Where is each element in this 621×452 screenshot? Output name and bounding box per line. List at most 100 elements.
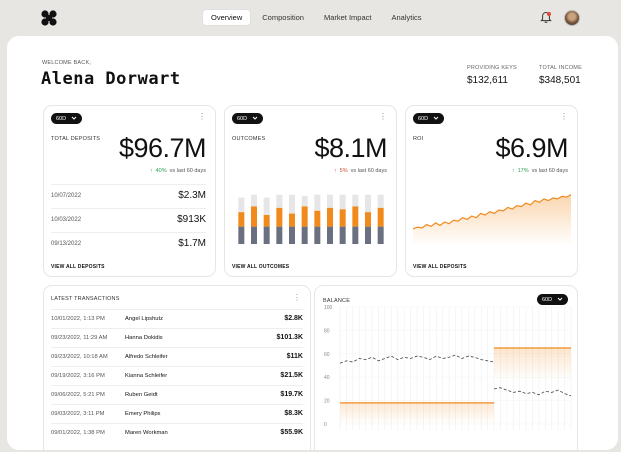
stat-label: TOTAL INCOME <box>539 65 582 71</box>
deposit-amount: $2.3M <box>178 190 206 201</box>
transaction-row[interactable]: 09/23/2022, 11:29 AM Hanna Dokidis $101.3K <box>51 328 303 347</box>
transaction-row[interactable]: 09/03/2022, 3:11 PM Emery Philips $8.3K <box>51 404 303 423</box>
chevron-down-icon <box>252 116 258 120</box>
more-options-icon[interactable]: ⋮ <box>198 113 206 121</box>
period-dropdown[interactable]: 60D <box>537 294 568 305</box>
kpi-value: $96.7M <box>118 133 207 163</box>
transaction-date: 09/06/2022, 5:21 PM <box>51 392 105 398</box>
outcome-bar-segment <box>377 207 384 227</box>
deposit-row[interactable]: 10/03/2022 $913K <box>51 208 206 232</box>
chevron-down-icon <box>557 297 563 301</box>
balance-band <box>494 347 571 380</box>
transaction-date: 10/01/2022, 1:13 PM <box>51 316 105 322</box>
transaction-row[interactable]: 09/19/2022, 3:16 PM Kianna Schleifer $21.5… <box>51 366 303 385</box>
outcome-bar-segment <box>301 226 308 244</box>
transaction-row[interactable]: 10/01/2022, 1:13 PM Angel Lipshutz $2.8K <box>51 309 303 328</box>
view-all-outcomes-link[interactable]: VIEW ALL OUTCOMES <box>232 264 289 270</box>
transaction-row[interactable]: 09/23/2022, 10:18 AM Alfredo Schleifer $11… <box>51 347 303 366</box>
period-label: 60D <box>418 115 429 122</box>
more-options-icon[interactable]: ⋮ <box>293 294 301 302</box>
outcome-bar-segment <box>251 194 257 207</box>
stat-value: $132,611 <box>467 75 508 86</box>
y-tick-label: 80 <box>324 328 330 334</box>
outcome-bar-segment <box>365 212 371 227</box>
period-label: 60D <box>542 296 553 303</box>
outcomes-bar-chart <box>238 194 384 244</box>
outcome-bar-segment <box>352 226 359 244</box>
balance-line-chart: 0 20 40 60 80 100 <box>324 305 572 430</box>
deposit-row[interactable]: 09/13/2022 $1.7M <box>51 232 206 256</box>
transaction-amount: $8.3K <box>284 410 303 417</box>
outcome-bar-segment <box>365 226 371 244</box>
transaction-date: 09/03/2022, 3:11 PM <box>51 411 105 417</box>
stat-total-income: TOTAL INCOME $348,501 <box>539 65 582 86</box>
y-tick-label: 0 <box>324 422 327 428</box>
roi-card: 60D ⋮ ROI $6.9M ↑ 17% vs last 60 days VI… <box>405 105 578 277</box>
period-dropdown[interactable]: 60D <box>232 113 263 124</box>
outcome-bar-segment <box>327 194 333 208</box>
kpi-value: $6.9M <box>495 133 568 163</box>
transaction-amount: $19.7K <box>280 391 303 398</box>
nav-tab-analytics[interactable]: Analytics <box>383 10 429 25</box>
deposit-row[interactable]: 10/07/2022 $2.3M <box>51 184 206 208</box>
nav-tab-composition[interactable]: Composition <box>254 10 312 25</box>
dashboard-main: WELCOME BACK, Alena Dorwart PROVIDING KE… <box>7 36 618 450</box>
transaction-name: Hanna Dokidis <box>125 335 163 341</box>
transaction-amount: $21.5K <box>280 372 303 379</box>
balance-card: 0 20 40 60 80 100 BALANCE 60D <box>314 285 578 450</box>
chevron-down-icon <box>71 116 77 120</box>
deposits-card: 60D ⋮ TOTAL DEPOSITS $96.7M ↑ 40% vs las… <box>43 105 216 277</box>
deposit-date: 10/07/2022 <box>51 193 82 199</box>
deposit-amount: $1.7M <box>178 238 206 249</box>
kpi-label: TOTAL DEPOSITS <box>51 136 101 142</box>
stat-providing-keys: PROVIDING KEYS $132,611 <box>467 65 517 86</box>
kpi-label: OUTCOMES <box>232 136 266 142</box>
user-avatar[interactable] <box>564 10 580 26</box>
outcome-bar-segment <box>238 226 245 244</box>
latest-transactions-card: LATEST TRANSACTIONS ⋮ 10/01/2022, 1:13 P… <box>43 285 311 450</box>
transaction-amount: $11K <box>286 353 303 360</box>
stat-label: PROVIDING KEYS <box>467 65 517 71</box>
period-dropdown[interactable]: 60D <box>51 113 82 124</box>
outcome-bar-segment <box>327 226 333 244</box>
logo-icon[interactable] <box>41 10 57 26</box>
outcome-bar-segment <box>238 197 245 213</box>
notification-dot <box>547 12 551 16</box>
outcome-bar-segment <box>276 226 283 244</box>
outcome-bar-segment <box>263 197 270 215</box>
outcomes-card: 60D ⋮ OUTCOMES $8.1M ↑ 5% vs last 60 day… <box>224 105 397 277</box>
period-dropdown[interactable]: 60D <box>413 113 444 124</box>
kpi-change: ↑ 5% vs last 60 days <box>334 168 387 174</box>
arrow-up-icon: ↑ <box>333 168 337 174</box>
more-options-icon[interactable]: ⋮ <box>379 113 387 121</box>
kpi-change: ↑ 40% vs last 60 days <box>150 168 206 174</box>
transaction-name: Ruben Geidt <box>125 392 158 398</box>
kpi-change: ↑ 17% vs last 60 days <box>512 168 568 174</box>
change-suffix: vs last 60 days <box>169 168 206 174</box>
view-all-deposits-link[interactable]: VIEW ALL DEPOSITS <box>51 264 105 270</box>
transaction-amount: $55.9K <box>280 429 303 436</box>
transaction-date: 09/23/2022, 11:29 AM <box>51 335 108 341</box>
change-suffix: vs last 60 days <box>350 168 387 174</box>
chevron-down-icon <box>433 116 439 120</box>
transaction-row[interactable]: 09/06/2022, 5:21 PM Ruben Geidt $19.7K <box>51 385 303 404</box>
outcome-bar-segment <box>289 194 295 214</box>
deposit-amount: $913K <box>177 214 206 225</box>
transaction-date: 09/23/2022, 10:18 AM <box>51 354 108 360</box>
more-options-icon[interactable]: ⋮ <box>560 113 568 121</box>
nav-tab-market-impact[interactable]: Market Impact <box>316 10 380 25</box>
welcome-text: WELCOME BACK, <box>42 60 92 66</box>
view-all-deposits-link[interactable]: VIEW ALL DEPOSITS <box>413 264 467 270</box>
outcome-bar-segment <box>276 207 283 227</box>
outcome-bar-segment <box>314 226 321 244</box>
transaction-row[interactable]: 09/01/2022, 1:38 PM Maren Workman $55.9K <box>51 423 303 442</box>
outcome-bar-segment <box>314 210 321 227</box>
change-percent: 5% <box>339 168 348 174</box>
card-title: BALANCE <box>323 298 351 304</box>
period-label: 60D <box>56 115 67 122</box>
nav-tab-overview[interactable]: Overview <box>203 10 251 25</box>
change-percent: 40% <box>155 168 167 174</box>
roi-area-chart <box>413 194 571 246</box>
outcome-bar-segment <box>314 194 321 211</box>
change-percent: 17% <box>517 168 529 174</box>
